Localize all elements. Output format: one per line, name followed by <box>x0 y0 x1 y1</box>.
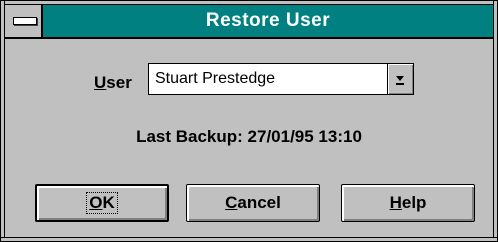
window-title: Restore User <box>205 10 331 31</box>
help-button-label: elp <box>401 193 427 212</box>
user-dropdown-button[interactable] <box>387 64 413 94</box>
window-frame-bottom <box>1 237 497 241</box>
cancel-button[interactable]: Cancel <box>186 184 320 222</box>
title-bar[interactable]: Restore User <box>5 5 493 39</box>
user-dropdown[interactable]: Stuart Prestedge <box>148 63 414 95</box>
cancel-button-label: ancel <box>237 193 281 212</box>
restore-user-dialog: Restore User User Stuart Prestedge Last … <box>0 0 498 242</box>
ok-button-mnemonic: O <box>89 193 103 212</box>
cancel-button-mnemonic: C <box>225 193 238 212</box>
ok-button[interactable]: OK <box>35 184 169 222</box>
user-label-text: ser <box>106 73 132 92</box>
window-frame-right <box>493 1 497 241</box>
help-button[interactable]: Help <box>341 184 475 222</box>
system-menu-icon <box>13 17 37 25</box>
ok-button-label: K <box>102 193 115 212</box>
system-menu-button[interactable] <box>5 5 43 37</box>
user-label-mnemonic: U <box>94 73 107 92</box>
help-button-mnemonic: H <box>389 193 402 212</box>
user-label: User <box>94 73 132 93</box>
chevron-down-icon <box>396 76 404 85</box>
user-dropdown-value: Stuart Prestedge <box>155 70 276 87</box>
ok-button-focus: OK <box>86 192 118 214</box>
last-backup-text: Last Backup: 27/01/95 13:10 <box>136 127 362 146</box>
dialog-content: User Stuart Prestedge Last Backup: 27/01… <box>5 39 493 237</box>
